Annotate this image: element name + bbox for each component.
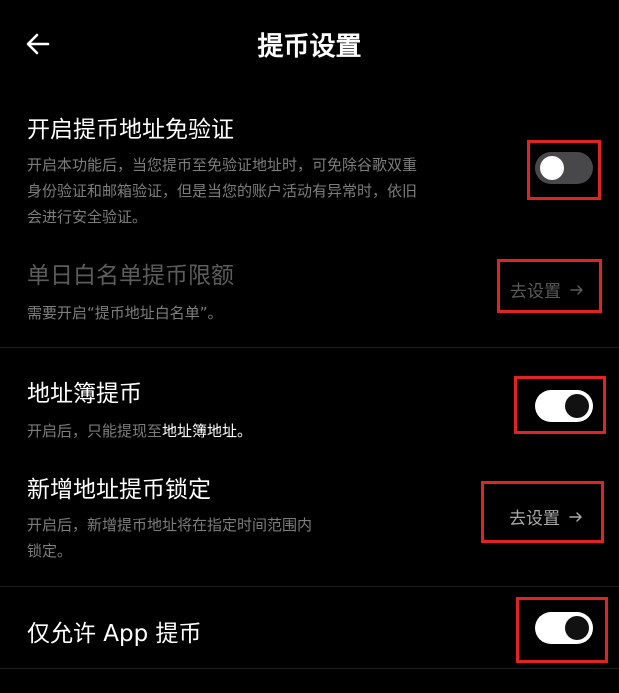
- section-divider: [0, 586, 619, 587]
- toggle-knob: [565, 394, 589, 418]
- header: 提币设置: [0, 0, 619, 88]
- no-verify-desc-line: 会进行安全验证。: [27, 208, 148, 226]
- no-verify-desc-line: 身份验证和邮箱验证，但是当您的账户活动有异常时，依旧: [27, 182, 418, 200]
- arrow-right-icon: [569, 511, 582, 522]
- no-verify-description: 开启本功能后，当您提币至免验证地址时，可免除谷歌双重 身份验证和邮箱验证，但是当…: [27, 152, 417, 230]
- section-divider: [0, 668, 619, 669]
- daily-limit-settings-link[interactable]: 去设置: [510, 277, 585, 302]
- app-only-title: 仅允许 App 提币: [27, 621, 202, 647]
- new-address-lock-settings-link[interactable]: 去设置: [509, 504, 584, 529]
- address-book-desc-prefix: 开启后，只能提现至: [27, 422, 163, 440]
- page-title: 提币设置: [257, 32, 362, 62]
- section-divider: [0, 347, 619, 348]
- toggle-knob: [540, 156, 564, 180]
- arrow-right-icon: [570, 284, 583, 295]
- toggle-knob: [565, 616, 589, 640]
- withdrawal-settings-page: 提币设置 开启提币地址免验证 开启本功能后，当您提币至免验证地址时，可免除谷歌双…: [0, 0, 619, 693]
- address-book-title: 地址簿提币: [27, 381, 142, 407]
- no-verify-desc-line: 开启本功能后，当您提币至免验证地址时，可免除谷歌双重: [27, 156, 418, 174]
- no-verify-title: 开启提币地址免验证: [27, 117, 234, 143]
- new-address-lock-link-label: 去设置: [509, 509, 560, 529]
- address-book-description: 开启后，只能提现至地址簿地址。: [27, 418, 252, 444]
- address-book-toggle[interactable]: [535, 390, 593, 422]
- no-verify-toggle[interactable]: [535, 152, 593, 184]
- daily-limit-link-label: 去设置: [510, 282, 561, 302]
- address-book-desc-highlight: 地址簿地址。: [162, 422, 253, 440]
- new-address-lock-desc-line: 开启后，新增提币地址将在指定时间范围内: [27, 516, 313, 534]
- daily-limit-title: 单日白名单提币限额: [27, 263, 234, 289]
- new-address-lock-desc-line: 锁定。: [27, 542, 73, 560]
- new-address-lock-title: 新增地址提币锁定: [27, 477, 211, 503]
- app-only-toggle[interactable]: [535, 612, 593, 644]
- daily-limit-description: 需要开启“提币地址白名单”。: [27, 304, 223, 322]
- new-address-lock-description: 开启后，新增提币地址将在指定时间范围内 锁定。: [27, 512, 312, 564]
